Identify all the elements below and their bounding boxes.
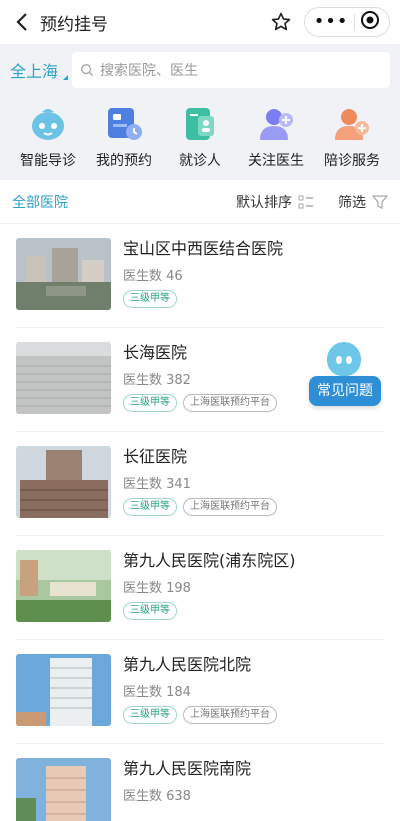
mascot-eye	[346, 356, 352, 364]
hospital-list: 宝山区中西医结合医院 医生数 46 三级甲等 长海医院 医生数 382 三级甲等…	[0, 224, 400, 821]
sort-list-icon	[298, 195, 313, 208]
hospital-name: 第九人民医院北院	[123, 655, 252, 674]
grade-badge: 三级甲等	[123, 498, 177, 516]
grade-badge: 三级甲等	[123, 602, 177, 620]
quick-action-my-appointments[interactable]: 我的预约	[86, 104, 162, 170]
hospital-name: 长海医院	[123, 343, 188, 362]
doctor-count: 医生数 184	[123, 685, 191, 700]
hospital-tags: 三级甲等	[123, 602, 296, 620]
hospital-list-item[interactable]: 宝山区中西医结合医院 医生数 46 三级甲等	[16, 224, 384, 328]
hospital-info: 第九人民医院(浦东院区) 医生数 198 三级甲等	[123, 550, 296, 625]
hospital-name: 第九人民医院南院	[123, 759, 252, 778]
patient-card-icon	[186, 108, 214, 140]
city-label: 全上海	[10, 62, 59, 81]
quick-actions: 智能导诊 我的预约 就诊人 关注医生 陪诊服务	[10, 104, 390, 170]
hospital-info: 宝山区中西医结合医院 医生数 46 三级甲等	[123, 238, 283, 313]
doctor-count: 医生数 382	[123, 373, 191, 388]
hospital-photo	[16, 342, 111, 414]
hospital-list-item[interactable]: 长征医院 医生数 341 三级甲等 上海医联预约平台	[16, 432, 384, 536]
all-hospitals-tab[interactable]: 全部医院	[12, 192, 68, 212]
hospital-name: 第九人民医院(浦东院区)	[123, 551, 296, 570]
quick-action-follow-doctor[interactable]: 关注医生	[238, 104, 314, 170]
hospital-list-item[interactable]: 第九人民医院南院 医生数 638	[16, 744, 384, 821]
more-icon[interactable]: •••	[314, 13, 349, 31]
quick-action-escort-service[interactable]: 陪诊服务	[314, 104, 390, 170]
dropdown-triangle-icon	[63, 75, 68, 80]
platform-badge: 上海医联预约平台	[183, 498, 277, 516]
hospital-name: 宝山区中西医结合医院	[123, 239, 284, 258]
platform-badge: 上海医联预约平台	[183, 706, 277, 724]
quick-action-smart-guide[interactable]: 智能导诊	[10, 104, 86, 170]
platform-badge: 上海医联预约平台	[183, 394, 277, 412]
hospital-name: 长征医院	[123, 447, 188, 466]
city-selector[interactable]: 全上海	[10, 58, 72, 82]
hospital-tags: 三级甲等 上海医联预约平台	[123, 394, 283, 412]
doctor-count: 医生数 46	[123, 269, 183, 284]
hospital-tags: 三级甲等 上海医联预约平台	[123, 498, 283, 516]
hospital-photo	[16, 654, 111, 726]
hospital-info: 长海医院 医生数 382 三级甲等 上海医联预约平台	[123, 342, 283, 417]
filter-bar: 全部医院 默认排序 筛选	[0, 180, 400, 224]
search-placeholder: 搜索医院、医生	[100, 63, 198, 79]
search-icon	[81, 64, 94, 77]
filter-label: 筛选	[338, 194, 366, 211]
header-panel: 全上海 搜索医院、医生 智能导诊 我的预约 就诊人 关注医生 陪诊服务	[0, 44, 400, 180]
smart-guide-icon	[32, 109, 64, 140]
hospital-info: 第九人民医院南院 医生数 638	[123, 758, 251, 821]
grade-badge: 三级甲等	[123, 706, 177, 724]
mini-program-capsule: •••	[304, 7, 390, 37]
quick-action-label: 智能导诊	[20, 153, 76, 169]
filter-funnel-icon	[372, 194, 388, 209]
hospital-tags: 三级甲等	[123, 290, 283, 308]
quick-action-label: 我的预约	[96, 153, 152, 169]
hospital-info: 长征医院 医生数 341 三级甲等 上海医联预约平台	[123, 446, 283, 521]
hospital-photo	[16, 446, 111, 518]
page-title: 预约挂号	[40, 14, 108, 35]
capsule-divider	[353, 14, 355, 30]
doctor-count: 医生数 341	[123, 477, 191, 492]
grade-badge: 三级甲等	[123, 394, 177, 412]
back-arrow-icon[interactable]	[10, 10, 34, 34]
sort-button[interactable]: 默认排序	[236, 192, 314, 212]
follow-doctor-icon	[260, 109, 293, 140]
quick-action-label: 陪诊服务	[324, 153, 380, 169]
star-icon[interactable]	[268, 9, 294, 35]
hospital-list-item[interactable]: 第九人民医院北院 医生数 184 三级甲等 上海医联预约平台	[16, 640, 384, 744]
doctor-count: 医生数 638	[123, 789, 191, 804]
faq-label: 常见问题	[309, 376, 381, 406]
search-row: 全上海 搜索医院、医生	[10, 52, 390, 88]
quick-action-label: 就诊人	[179, 153, 221, 169]
hospital-photo	[16, 758, 111, 821]
my-appointments-icon	[108, 108, 142, 140]
grade-badge: 三级甲等	[123, 290, 177, 308]
doctor-count: 医生数 198	[123, 581, 191, 596]
quick-action-label: 关注医生	[248, 153, 304, 169]
mascot-icon	[327, 342, 361, 376]
top-nav-bar: 预约挂号 •••	[0, 0, 400, 44]
faq-floating-button[interactable]: 常见问题	[305, 342, 385, 410]
mascot-eye	[336, 356, 342, 364]
sort-label: 默认排序	[236, 194, 292, 211]
search-input[interactable]: 搜索医院、医生	[72, 52, 390, 88]
filter-button[interactable]: 筛选	[338, 192, 388, 212]
hospital-list-item[interactable]: 第九人民医院(浦东院区) 医生数 198 三级甲等	[16, 536, 384, 640]
hospital-photo	[16, 238, 111, 310]
hospital-photo	[16, 550, 111, 622]
escort-service-icon	[335, 109, 369, 140]
hospital-info: 第九人民医院北院 医生数 184 三级甲等 上海医联预约平台	[123, 654, 283, 729]
close-target-icon[interactable]	[360, 10, 380, 34]
hospital-tags: 三级甲等 上海医联预约平台	[123, 706, 283, 724]
quick-action-patients[interactable]: 就诊人	[162, 104, 238, 170]
